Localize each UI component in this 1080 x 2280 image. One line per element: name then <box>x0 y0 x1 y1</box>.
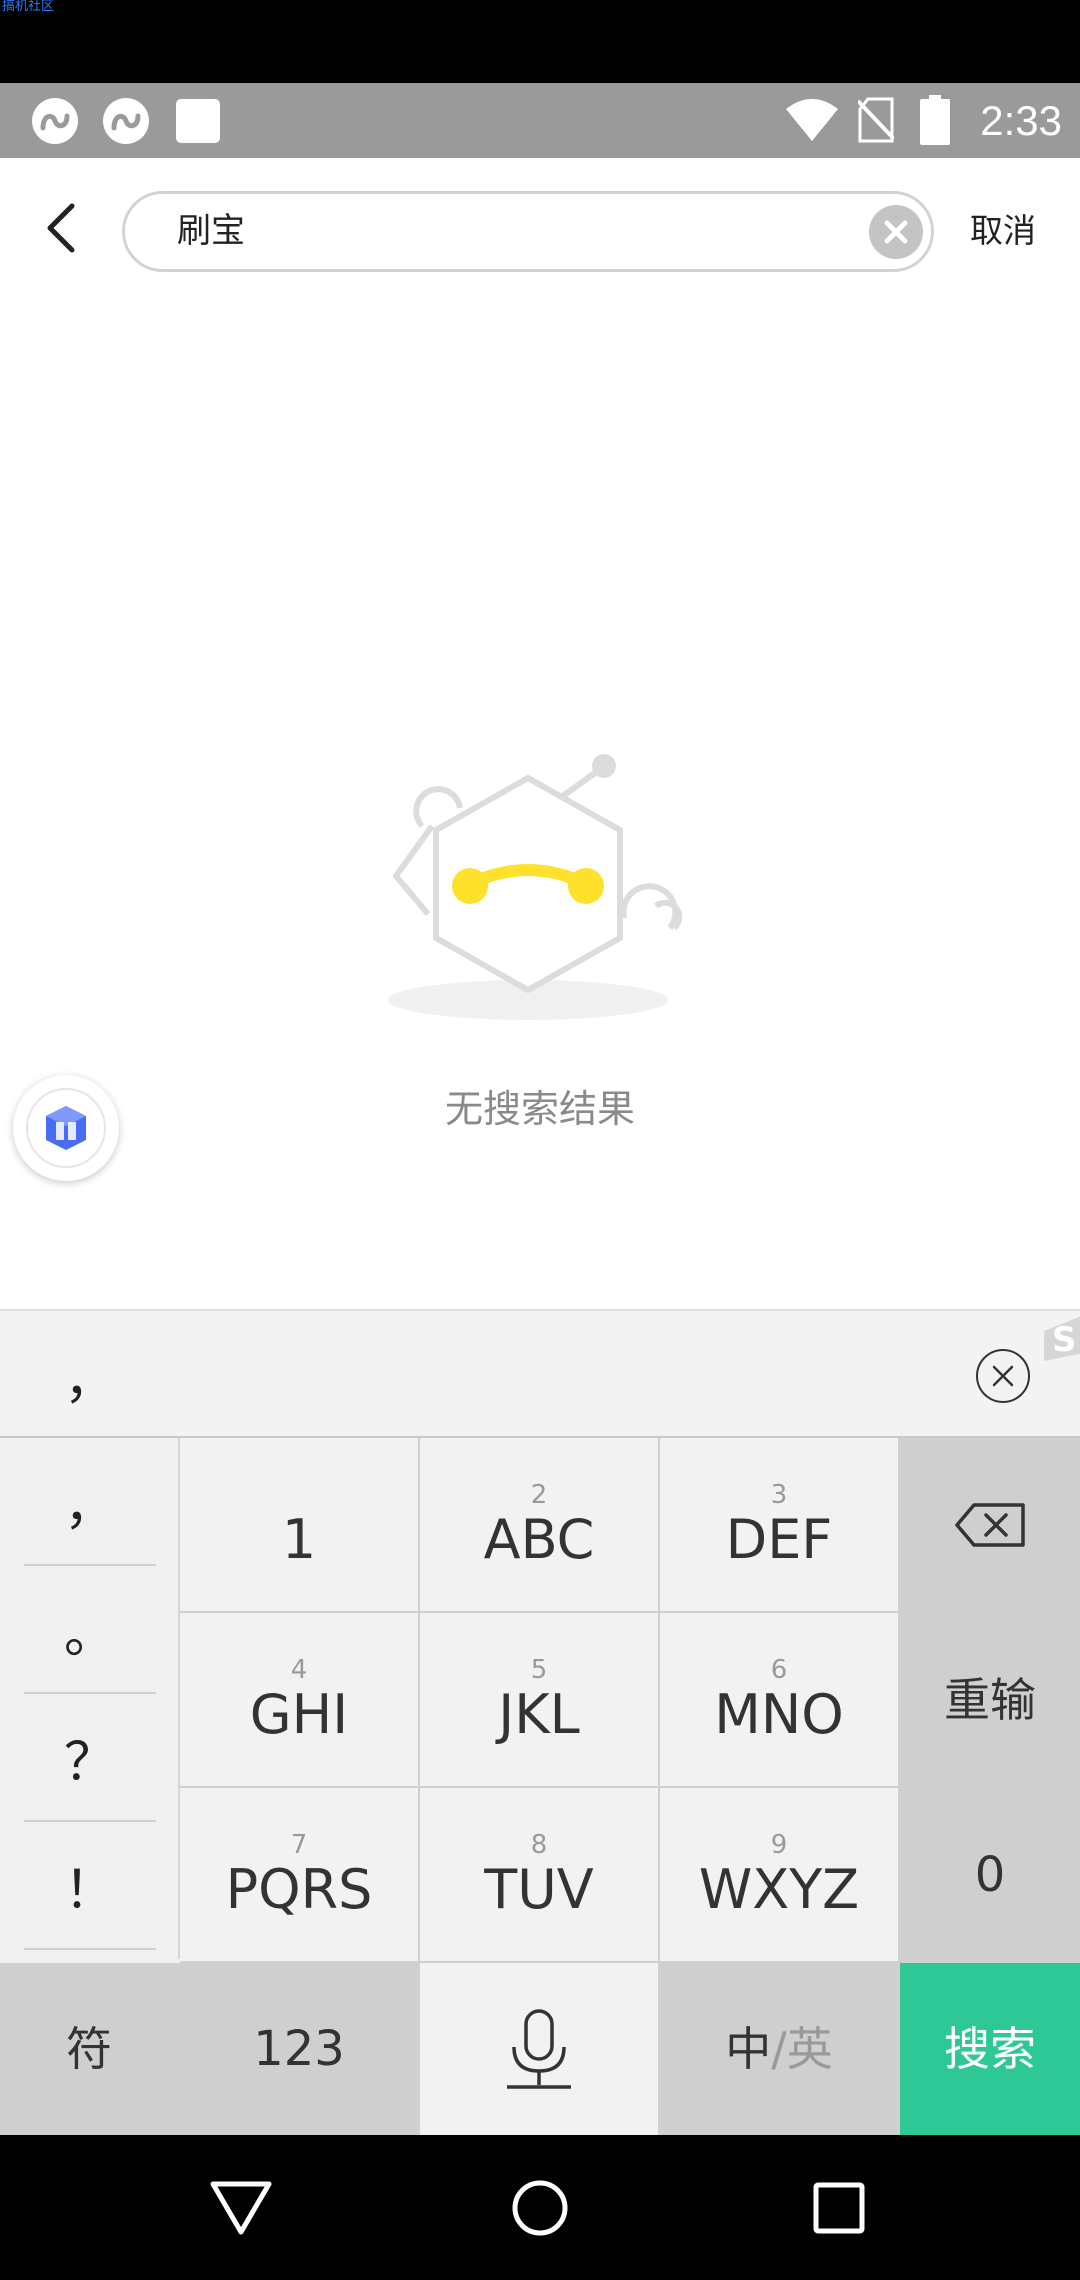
floating-assistant-button[interactable] <box>13 1075 119 1181</box>
triangle-back-icon <box>210 2181 272 2235</box>
square-recents-icon <box>813 2182 865 2234</box>
nav-back-button[interactable] <box>208 2175 274 2241</box>
key-5-jkl[interactable]: 5 JKL <box>420 1613 660 1788</box>
microphone-icon <box>507 2009 571 2089</box>
no-sim-icon <box>858 97 894 143</box>
chevron-left-icon <box>47 203 75 253</box>
wifi-icon <box>786 99 838 141</box>
close-icon <box>992 1365 1014 1387</box>
collapse-candidates-button[interactable] <box>976 1349 1030 1403</box>
candidate-item[interactable]: ， <box>64 1351 116 1411</box>
system-navigation-bar <box>0 2135 1080 2280</box>
square-notification-icon <box>176 99 220 143</box>
punct-period-key[interactable]: 。 <box>24 1566 156 1694</box>
watermark-text: 搞机社区 <box>2 0 55 14</box>
reinput-key[interactable]: 重输 <box>900 1613 1080 1788</box>
search-key[interactable]: 搜索 <box>900 1963 1080 2135</box>
cube-icon <box>46 1106 86 1150</box>
cancel-button[interactable]: 取消 <box>970 198 1036 264</box>
app-notification-icon <box>103 98 149 144</box>
nav-home-button[interactable] <box>507 2175 573 2241</box>
clear-search-button[interactable] <box>869 205 923 259</box>
app-notification-icon <box>32 98 78 144</box>
search-query-text: 刷宝 <box>177 211 245 251</box>
punct-question-key[interactable]: ？ <box>24 1694 156 1822</box>
svg-text:S: S <box>1052 1320 1077 1360</box>
punctuation-column: ， 。 ？ ！ <box>0 1438 180 1959</box>
key-2-abc[interactable]: 2 ABC <box>420 1438 660 1613</box>
lang-cn-label: 中 <box>725 2022 772 2076</box>
clock-time: 2:33 <box>980 97 1062 144</box>
top-black-area: 搞机社区 <box>0 0 1080 83</box>
nav-recents-button[interactable] <box>806 2175 872 2241</box>
key-6-mno[interactable]: 6 MNO <box>660 1613 900 1788</box>
battery-icon <box>920 95 950 145</box>
ime-keyboard: ， S ， 。 ？ ！ 1 2 ABC 3 DEF 4 GHI 5 JKL 6 … <box>0 1309 1080 2135</box>
backspace-icon <box>955 1502 1025 1547</box>
language-switch-key[interactable]: 中/英 <box>660 1963 900 2135</box>
close-icon <box>884 220 908 244</box>
voice-input-key[interactable] <box>420 1963 660 2135</box>
lang-separator: / <box>771 2022 787 2076</box>
lang-en-label: 英 <box>786 2022 833 2076</box>
key-8-tuv[interactable]: 8 TUV <box>420 1788 660 1963</box>
empty-result-robot-icon <box>388 754 683 1020</box>
numbers-key[interactable]: 123 <box>180 1963 420 2135</box>
key-1[interactable]: 1 <box>180 1438 420 1613</box>
back-button[interactable] <box>30 193 90 263</box>
backspace-key[interactable] <box>900 1438 1080 1613</box>
search-input[interactable]: 刷宝 <box>122 191 934 272</box>
search-page: 刷宝 取消 无搜索结果 <box>0 158 1080 1309</box>
symbols-key[interactable]: 符 <box>0 1963 180 2135</box>
circle-home-icon <box>512 2180 568 2236</box>
candidate-bar: ， S <box>0 1309 1080 1438</box>
punct-exclaim-key[interactable]: ！ <box>24 1822 156 1950</box>
empty-result-message: 无搜索结果 <box>444 1087 635 1131</box>
key-9-wxyz[interactable]: 9 WXYZ <box>660 1788 900 1963</box>
punct-comma-key[interactable]: ， <box>24 1438 156 1566</box>
key-0[interactable]: 0 <box>900 1788 1080 1963</box>
key-4-ghi[interactable]: 4 GHI <box>180 1613 420 1788</box>
key-7-pqrs[interactable]: 7 PQRS <box>180 1788 420 1963</box>
key-3-def[interactable]: 3 DEF <box>660 1438 900 1613</box>
ime-logo-icon: S <box>1036 1311 1080 1361</box>
status-bar: 2:33 <box>0 83 1080 158</box>
